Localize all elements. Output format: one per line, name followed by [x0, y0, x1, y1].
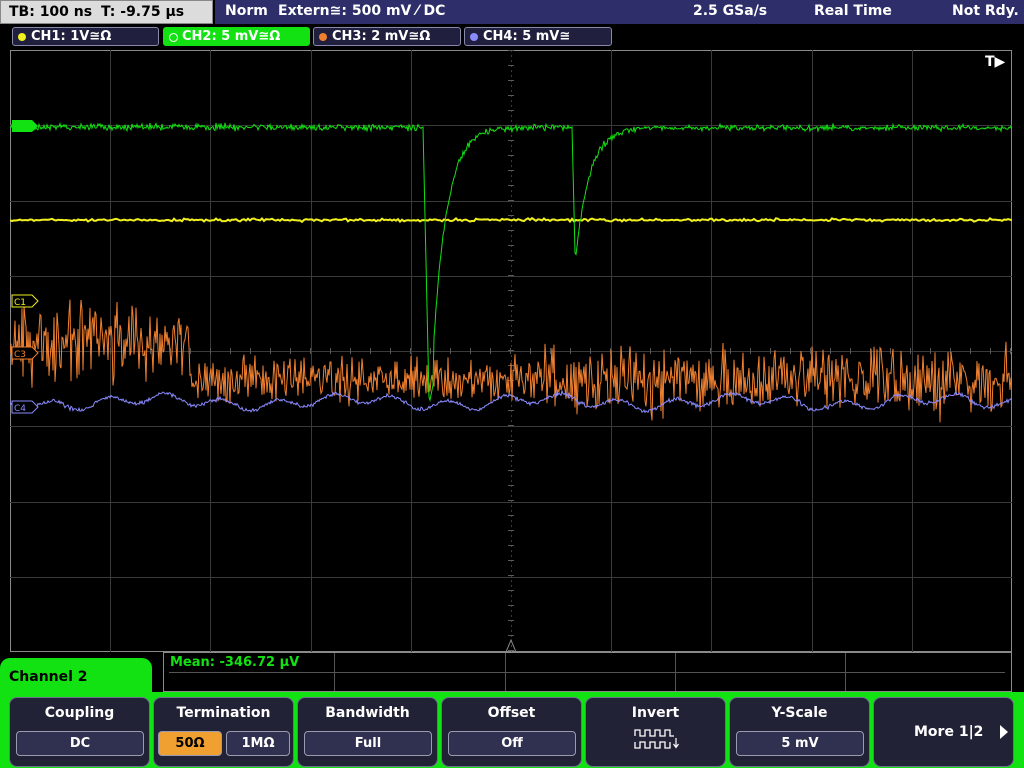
more-label: More 1|2 — [914, 724, 984, 740]
acquisition-mode: Real Time — [814, 3, 892, 19]
measurement-panel[interactable]: Mean: -346.72 µV — [163, 652, 1012, 692]
measurement-divider — [169, 672, 1005, 673]
termination-50ohm-option[interactable]: 50Ω — [158, 731, 222, 756]
ch3-color-dot — [319, 33, 327, 41]
trigger-time-label: T: -9.75 µs — [101, 4, 185, 20]
offset-title: Offset — [487, 705, 536, 721]
tab-ch4[interactable]: CH4: 5 mV≅ — [464, 27, 612, 46]
measurement-col-divider — [505, 653, 506, 691]
bandwidth-value[interactable]: Full — [304, 731, 432, 756]
measurement-col-divider — [845, 653, 846, 691]
trigger-bar[interactable]: Norm Extern≅: 500 mV ⁄ DC 2.5 GSa/s Real… — [215, 0, 1024, 24]
ch1-marker-label: C1 — [14, 298, 26, 308]
termination-1mohm-option[interactable]: 1MΩ — [226, 731, 290, 756]
measurement-mean: Mean: -346.72 µV — [170, 655, 300, 670]
bandwidth-title: Bandwidth — [325, 705, 410, 721]
yscale-softkey[interactable]: Y-Scale 5 mV — [729, 697, 870, 767]
yscale-value[interactable]: 5 mV — [736, 731, 864, 756]
ch2-color-dot — [169, 33, 178, 42]
ch1-color-dot — [18, 33, 26, 41]
offset-softkey[interactable]: Offset Off — [441, 697, 582, 767]
next-page-arrow-icon — [1000, 725, 1008, 739]
tab-ch2[interactable]: CH2: 5 mV≅Ω — [163, 27, 310, 46]
trigger-mode: Norm — [225, 3, 268, 19]
sample-rate: 2.5 GSa/s — [693, 3, 768, 19]
invert-waveform-icon — [634, 729, 679, 749]
timebase-box[interactable]: TB: 100 ns T: -9.75 µs — [0, 0, 213, 24]
ch3-label: CH3: 2 mV≅Ω — [332, 29, 431, 44]
trigger-source: Extern≅: 500 mV ⁄ DC — [278, 3, 446, 19]
measurement-col-divider — [334, 653, 335, 691]
yscale-title: Y-Scale — [771, 705, 828, 721]
measurement-col-divider — [675, 653, 676, 691]
coupling-value[interactable]: DC — [16, 731, 144, 756]
status-bar: TB: 100 ns T: -9.75 µs Norm Extern≅: 500… — [0, 0, 1024, 26]
ch1-label: CH1: 1V≅Ω — [31, 29, 112, 44]
waveform-display[interactable]: C1 C3 C4 T▶ — [10, 50, 1012, 652]
ready-state: Not Rdy. — [952, 3, 1019, 19]
ch3-marker-label: C3 — [14, 350, 26, 360]
ch4-marker-label: C4 — [14, 404, 26, 414]
ch4-label: CH4: 5 mV≅ — [483, 29, 571, 44]
coupling-title: Coupling — [44, 705, 115, 721]
more-softkey[interactable]: More 1|2 — [873, 697, 1014, 767]
tab-ch3[interactable]: CH3: 2 mV≅Ω — [313, 27, 461, 46]
ch4-color-dot — [470, 33, 478, 41]
invert-title: Invert — [631, 705, 680, 721]
timebase-label: TB: 100 ns — [9, 4, 93, 20]
trigger-position-marker[interactable]: T▶ — [985, 54, 1006, 70]
termination-title: Termination — [176, 705, 271, 721]
invert-softkey[interactable]: Invert — [585, 697, 726, 767]
bandwidth-softkey[interactable]: Bandwidth Full — [297, 697, 438, 767]
coupling-softkey[interactable]: Coupling DC — [9, 697, 150, 767]
offset-value[interactable]: Off — [448, 731, 576, 756]
termination-softkey[interactable]: Termination 50Ω 1MΩ — [153, 697, 294, 767]
tab-ch1[interactable]: CH1: 1V≅Ω — [12, 27, 159, 46]
menu-title: Channel 2 — [9, 669, 88, 685]
ch2-label: CH2: 5 mV≅Ω — [182, 29, 281, 44]
